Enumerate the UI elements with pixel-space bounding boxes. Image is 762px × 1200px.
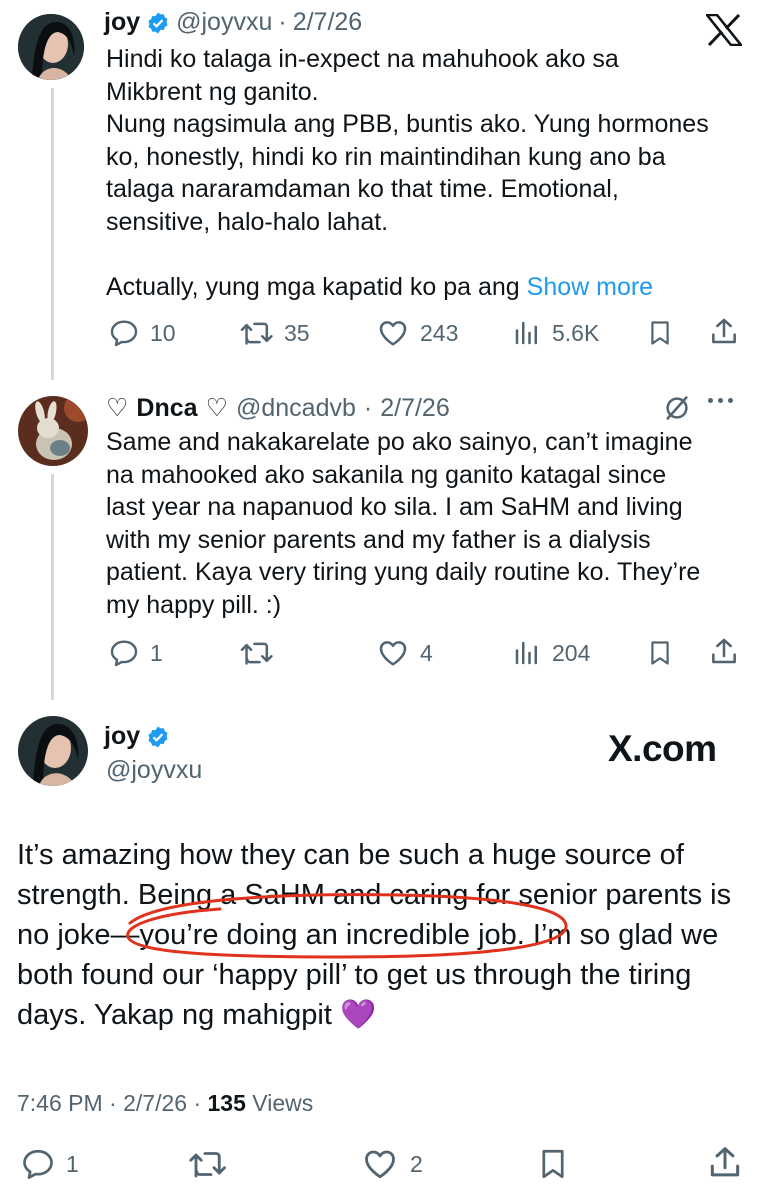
tweet-date[interactable]: 2/7/26 [380, 394, 450, 423]
reply-icon [110, 320, 138, 347]
heart-icon [379, 321, 407, 346]
bookmark-button[interactable] [536, 1146, 570, 1182]
avatar-joy[interactable] [18, 716, 88, 786]
x-logo-icon[interactable] [704, 13, 744, 47]
tweet-body: Hindi ko talaga in-expect na mahuhook ak… [106, 43, 746, 303]
share-button[interactable] [706, 1144, 744, 1182]
share-button[interactable] [708, 636, 740, 668]
views-label: Views [252, 1090, 314, 1116]
grok-icon[interactable] [662, 393, 692, 428]
repost-icon [240, 642, 273, 665]
red-annotation-circle [126, 893, 568, 959]
repost-button[interactable]: 35 [240, 317, 310, 349]
verified-badge-icon [146, 11, 170, 35]
reply-button[interactable]: 1 [20, 1146, 79, 1182]
share-icon [712, 638, 736, 664]
xcom-watermark: X.com [608, 728, 717, 769]
analytics-icon [515, 321, 537, 345]
name-heart-prefix: ♡ [106, 394, 129, 422]
repost-button[interactable] [240, 637, 284, 669]
like-count: 2 [410, 1150, 423, 1177]
views-count: 135 [207, 1090, 246, 1116]
bookmark-icon [542, 1149, 564, 1179]
separator-dot: · [193, 1090, 208, 1116]
tweet-line: Nung nagsimula ang PBB, buntis ako. Yung… [106, 110, 709, 138]
separator-dot: · [278, 8, 287, 36]
author-handle[interactable]: @dncadvb [236, 394, 356, 423]
tweet-line: last year na napanuod ko sila. I am SaHM… [106, 493, 683, 521]
tweet-line: Hindi ko talaga in-expect na mahuhook ak… [106, 45, 619, 73]
repost-count: 35 [284, 319, 310, 346]
reply-icon [110, 640, 138, 667]
tweet-line: Same and nakakarelate po ako sainyo, can… [106, 428, 693, 456]
thread-line [51, 88, 54, 380]
share-button[interactable] [708, 316, 740, 348]
reply-count: 1 [150, 639, 163, 666]
analytics-icon [515, 641, 537, 665]
tweet-line: It’s amazing how they can be such a huge… [17, 839, 684, 871]
bookmark-button[interactable] [646, 638, 674, 668]
reply-icon [23, 1149, 53, 1179]
reply-button[interactable]: 10 [108, 317, 176, 349]
like-button[interactable]: 4 [376, 637, 433, 669]
author-name[interactable]: joy [104, 722, 140, 751]
tweet-last-line: Actually, yung mga kapatid ko pa ang Sho… [106, 272, 654, 301]
author-handle[interactable]: @joyvxu [106, 756, 202, 785]
avatar-dnca[interactable] [18, 396, 88, 466]
repost-icon [189, 1152, 226, 1178]
tweet-line: days. Yakap ng mahigpit 💜 [17, 999, 377, 1031]
tweet-date[interactable]: 2/7/26 [123, 1090, 187, 1116]
repost-icon [240, 322, 273, 345]
bookmark-icon [651, 641, 669, 665]
view-count: 204 [552, 639, 591, 666]
tweet-header: joy @joyvxu · 2/7/26 [104, 8, 362, 37]
tweet-line: sensitive, halo-halo lahat. [106, 207, 389, 236]
heart-icon [379, 641, 407, 666]
verified-badge-icon [146, 725, 170, 749]
avatar-joy[interactable] [18, 14, 84, 80]
like-count: 4 [420, 639, 433, 666]
share-icon [712, 318, 736, 344]
tweet-meta: 7:46 PM · 2/7/26 · 135 Views [17, 1090, 313, 1117]
views-button[interactable]: 204 [512, 637, 590, 669]
tweet-line: ko, honestly, hindi ko rin maintindihan … [106, 142, 666, 171]
heart-icon [365, 1150, 395, 1179]
views-button[interactable]: 5.6K [512, 317, 599, 349]
tweet-line: my happy pill. :) [106, 590, 282, 619]
tweet-body: Same and nakakarelate po ako sainyo, can… [106, 426, 746, 621]
reply-button[interactable]: 1 [108, 637, 163, 669]
like-count: 243 [420, 319, 459, 346]
repost-button[interactable] [188, 1146, 228, 1182]
bookmark-icon [651, 321, 669, 345]
like-button[interactable]: 2 [360, 1146, 423, 1182]
tweet-line: na mahooked ako sakanila ng ganito katag… [106, 460, 667, 489]
name-heart-suffix: ♡ [205, 394, 228, 422]
author-row: joy [104, 722, 170, 751]
tweet-header: ♡ Dnca ♡ @dncadvb · 2/7/26 [106, 393, 450, 423]
author-handle[interactable]: @joyvxu [176, 8, 272, 37]
tweet-date[interactable]: 2/7/26 [293, 8, 363, 37]
author-name[interactable]: Dnca [136, 394, 197, 423]
tweet-line: with my senior parents and my father is … [106, 525, 651, 554]
tweet-line: Mikbrent ng ganito. [106, 77, 319, 106]
thread-line [51, 474, 54, 700]
separator-dot: · [109, 1090, 124, 1116]
view-count: 5.6K [552, 319, 600, 346]
tweet-time[interactable]: 7:46 PM [17, 1090, 103, 1116]
author-name[interactable]: joy [104, 8, 140, 37]
tweet-line: talaga nararamdaman ko that time. Emotio… [106, 175, 619, 203]
reply-count: 10 [150, 319, 176, 346]
show-more-link[interactable]: Show more [527, 273, 653, 301]
more-options-icon[interactable] [708, 398, 733, 403]
bookmark-button[interactable] [646, 318, 674, 348]
tweet-line: patient. Kaya very tiring yung daily rou… [106, 558, 701, 586]
share-icon [710, 1147, 740, 1177]
reply-count: 1 [66, 1150, 79, 1177]
like-button[interactable]: 243 [376, 317, 458, 349]
separator-dot: · [363, 393, 373, 422]
